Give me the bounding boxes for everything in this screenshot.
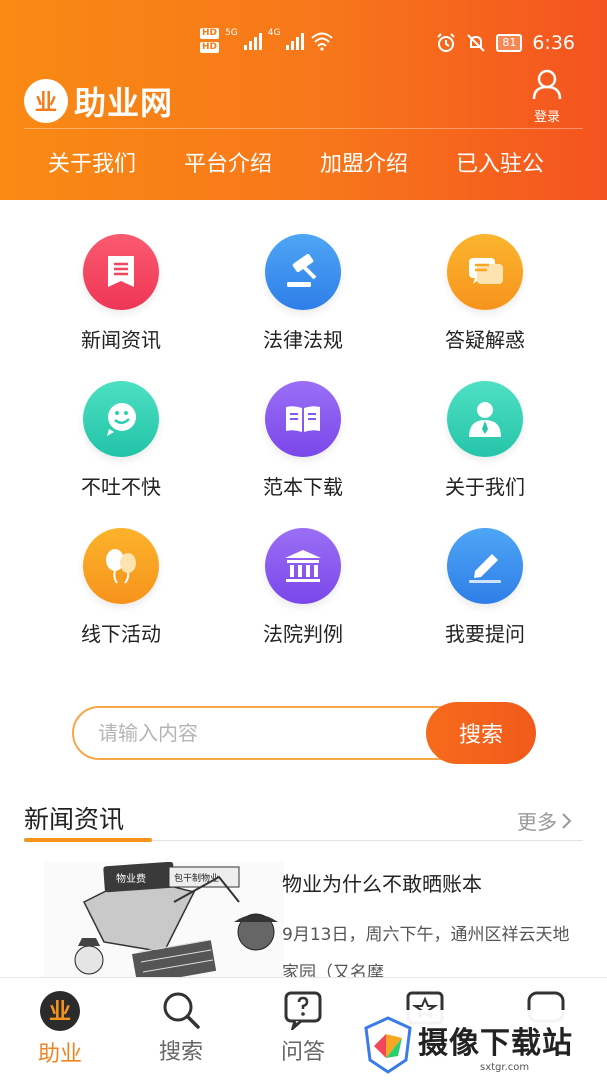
tab-qa[interactable]: 问答 [263, 990, 343, 1066]
search-bar: 搜索 [72, 702, 536, 764]
mute-icon [467, 34, 486, 52]
alarm-icon [437, 33, 456, 52]
grid-item-court[interactable]: 法院判例 [212, 528, 394, 647]
watermark-logo-icon [364, 1016, 412, 1074]
person-icon [447, 381, 523, 457]
clock: 6:36 [532, 32, 575, 54]
watermark: 摄像下载站 sxtgr.com [360, 1010, 607, 1080]
search-icon [163, 992, 200, 1029]
header-divider [24, 128, 583, 129]
watermark-text: 摄像下载站 [418, 1026, 573, 1061]
hd-indicator: HD HD [200, 28, 220, 53]
chat-icon [447, 234, 523, 310]
watermark-url: sxtgr.com [480, 1062, 530, 1073]
signal-icon [243, 32, 262, 50]
nav-about[interactable]: 关于我们 [48, 146, 136, 178]
signal-icon-2 [286, 32, 305, 50]
news-section-title: 新闻资讯 [24, 805, 125, 834]
search-input[interactable] [72, 706, 472, 760]
tab-home[interactable]: 业 助业 [20, 990, 100, 1068]
nav-join[interactable]: 加盟介绍 [320, 146, 408, 178]
grid-item-templates[interactable]: 范本下载 [212, 381, 394, 500]
news-title: 物业为什么不敢晒账本 [282, 872, 482, 896]
battery-indicator: 81 [496, 34, 523, 52]
login-button[interactable]: 登录 [527, 68, 567, 125]
top-nav: 关于我们 平台介绍 加盟介绍 已入驻公 [48, 146, 607, 178]
smile-icon [83, 381, 159, 457]
gavel-icon [265, 234, 341, 310]
chevron-right-icon [562, 812, 572, 829]
thumb-text-2: 包干制物业 [174, 872, 219, 884]
app-logo: 业 助业网 [24, 78, 173, 124]
question-icon [284, 991, 322, 1030]
logo-text: 助业网 [74, 84, 174, 122]
more-label: 更多 [517, 810, 557, 834]
balloon-icon [83, 528, 159, 604]
tab-search[interactable]: 搜索 [141, 990, 221, 1066]
network-4g-label: 4G [267, 28, 281, 38]
news-item[interactable]: 物业费 包干制物业 物业为什么不敢晒账本 9月13日，周六下午，通州区祥云天地家… [24, 862, 584, 978]
home-logo-icon: 业 [40, 991, 80, 1031]
nav-registered[interactable]: 已入驻公 [456, 146, 544, 178]
svg-text:业: 业 [49, 999, 71, 1025]
user-icon [532, 69, 562, 100]
grid-item-vent[interactable]: 不吐不快 [30, 381, 212, 500]
login-label: 登录 [533, 110, 560, 125]
more-link[interactable]: 更多 [517, 806, 573, 835]
grid-item-news[interactable]: 新闻资讯 [30, 234, 212, 353]
grid-item-about[interactable]: 关于我们 [394, 381, 576, 500]
section-title-underline [24, 838, 152, 842]
grid-item-law[interactable]: 法律法规 [212, 234, 394, 353]
pencil-icon [447, 528, 523, 604]
status-bar: HD HD 5G 4G 81 6:36 [0, 26, 607, 62]
feature-grid: 新闻资讯 法律法规 答疑解惑 不吐不快 范本下载 关于我们 线下活动 法院判例 … [30, 234, 577, 647]
news-icon [83, 234, 159, 310]
network-5g-label: 5G [225, 28, 238, 38]
grid-item-ask[interactable]: 我要提问 [394, 528, 576, 647]
news-snippet: 9月13日，周六下午，通州区祥云天地家园（又名摩 [282, 925, 570, 978]
grid-item-qa[interactable]: 答疑解惑 [394, 234, 576, 353]
news-thumbnail: 物业费 包干制物业 [44, 862, 284, 978]
logo-badge: 业 [24, 79, 68, 123]
book-icon [265, 381, 341, 457]
search-button[interactable]: 搜索 [426, 702, 536, 764]
nav-platform[interactable]: 平台介绍 [184, 146, 272, 178]
thumb-text-1: 物业费 [116, 872, 146, 885]
app-header: HD HD 5G 4G 81 6:36 业 助业网 登录 关于我们 平台介绍 加… [0, 0, 607, 200]
wifi-icon [311, 32, 334, 51]
court-icon [265, 528, 341, 604]
grid-item-events[interactable]: 线下活动 [30, 528, 212, 647]
